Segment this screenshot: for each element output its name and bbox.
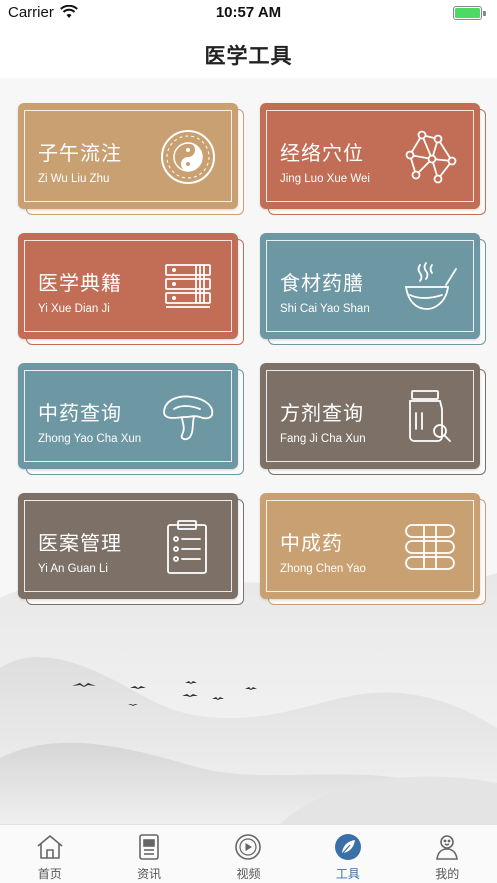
- tab-news[interactable]: 资讯: [99, 825, 198, 883]
- tab-bar: 首页 资讯 视频 工具 我的: [0, 824, 497, 883]
- bowl-icon: [404, 262, 457, 310]
- clock: 10:57 AM: [215, 4, 282, 21]
- tab-label: 资讯: [137, 867, 162, 881]
- tool-card-subtitle: Zhong Yao Cha Xun: [38, 433, 142, 445]
- tool-card-fangjichaxun[interactable]: 方剂查询 Fang Ji Cha Xun: [260, 363, 486, 475]
- nav-header: 医学工具: [0, 26, 497, 78]
- news-icon: [139, 834, 159, 860]
- tab-video[interactable]: 视频: [199, 825, 298, 883]
- tool-card-subtitle: Zhong Chen Yao: [280, 563, 366, 575]
- yin-yang-icon: [161, 130, 215, 184]
- tool-card-zhongyaochaxun[interactable]: 中药查询 Zhong Yao Cha Xun: [18, 363, 244, 475]
- tab-label: 我的: [435, 867, 460, 881]
- tool-card-title: 医学典籍: [38, 271, 122, 295]
- mushroom-icon: [163, 395, 214, 441]
- status-bar: Carrier 10:57 AM: [0, 0, 497, 26]
- tool-card-title: 方剂查询: [280, 401, 364, 425]
- tool-card-subtitle: Yi An Guan Li: [38, 563, 108, 575]
- tool-card-ziwuliuzhu[interactable]: 子午流注 Zi Wu Liu Zhu: [18, 103, 244, 215]
- clipboard-icon: [167, 520, 207, 574]
- tool-card-subtitle: Shi Cai Yao Shan: [280, 303, 370, 315]
- video-icon: [235, 834, 262, 860]
- books-icon: [165, 264, 211, 308]
- pills-icon: [405, 524, 455, 570]
- tool-card-subtitle: Yi Xue Dian Ji: [38, 303, 110, 315]
- tool-card-title: 中药查询: [38, 401, 122, 425]
- home-icon: [37, 835, 63, 859]
- tab-tools[interactable]: 工具: [298, 825, 397, 883]
- page-title: 医学工具: [204, 44, 293, 68]
- tool-card-title: 中成药: [280, 531, 343, 555]
- tool-card-title: 食材药膳: [280, 271, 364, 295]
- tool-card-subtitle: Fang Ji Cha Xun: [280, 433, 366, 445]
- profile-icon: [436, 835, 459, 860]
- tab-label: 视频: [236, 867, 261, 881]
- tools-content[interactable]: 子午流注 Zi Wu Liu Zhu 经络穴位 Jing Luo Xue Wei: [0, 78, 497, 824]
- tool-card-zhongchengyao[interactable]: 中成药 Zhong Chen Yao: [260, 493, 486, 605]
- tab-home[interactable]: 首页: [0, 825, 99, 883]
- tool-card-shicaiyaoshan[interactable]: 食材药膳 Shi Cai Yao Shan: [260, 233, 486, 345]
- medicine-jar-icon: [409, 390, 451, 442]
- tool-card-subtitle: Zi Wu Liu Zhu: [38, 173, 110, 185]
- tab-label: 工具: [335, 867, 360, 881]
- tool-card-yixuedianji[interactable]: 医学典籍 Yi Xue Dian Ji: [18, 233, 244, 345]
- tab-label: 首页: [37, 867, 62, 881]
- tool-card-title: 医案管理: [38, 531, 122, 555]
- tool-card-title: 子午流注: [38, 141, 122, 165]
- meridian-network-icon: [405, 130, 457, 184]
- tab-profile[interactable]: 我的: [398, 825, 497, 883]
- tool-card-title: 经络穴位: [280, 141, 364, 165]
- tools-leaf-icon: [334, 834, 361, 860]
- tool-card-yianguanli[interactable]: 医案管理 Yi An Guan Li: [18, 493, 244, 605]
- tool-card-subtitle: Jing Luo Xue Wei: [280, 173, 370, 185]
- tool-card-jingluoxuewei[interactable]: 经络穴位 Jing Luo Xue Wei: [260, 103, 486, 215]
- battery-icon: [453, 6, 487, 20]
